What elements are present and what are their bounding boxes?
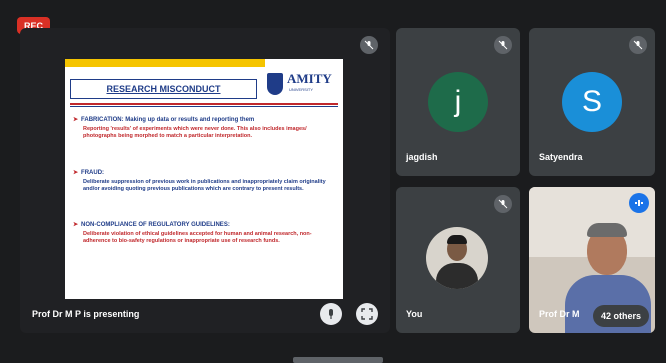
avatar: j [428, 72, 488, 132]
fullscreen-icon[interactable] [356, 303, 378, 325]
bullet-heading: ➤ NON-COMPLIANCE OF REGULATORY GUIDELINES… [73, 222, 230, 228]
participant-tile-you[interactable]: You [396, 187, 520, 333]
participant-name: Prof Dr M [539, 309, 580, 319]
logo-subtext: UNIVERSITY [289, 87, 314, 92]
participant-name: Satyendra [539, 152, 583, 162]
slide-top-band [65, 59, 265, 67]
mic-off-icon [629, 36, 647, 54]
logo-text: AMITY [287, 71, 332, 86]
presenter-label: Prof Dr M P is presenting [32, 309, 140, 319]
avatar [426, 227, 488, 289]
mic-off-icon [360, 36, 378, 54]
mic-off-icon [494, 36, 512, 54]
bullet-body: Reporting 'results' of experiments which… [83, 126, 307, 139]
shared-slide: RESEARCH MISCONDUCT AMITY UNIVERSITY ➤ FA… [65, 59, 343, 299]
participant-name: You [406, 309, 423, 319]
bullet-body: Deliberate violation of ethical guidelin… [83, 231, 312, 244]
participant-tile-satyendra[interactable]: S Satyendra [529, 28, 655, 176]
bullet-body: Deliberate suppression of previous work … [83, 179, 326, 192]
video-hair [587, 223, 627, 237]
divider [70, 106, 338, 107]
participant-name: jagdish [406, 152, 438, 162]
speaking-icon [629, 193, 649, 213]
presentation-tile[interactable]: RESEARCH MISCONDUCT AMITY UNIVERSITY ➤ FA… [20, 28, 390, 333]
shield-icon [267, 73, 283, 95]
others-count-button[interactable]: 42 others [592, 305, 649, 327]
participant-tile-jagdish[interactable]: j jagdish [396, 28, 520, 176]
more-options-icon[interactable] [320, 303, 342, 325]
bottom-bar-handle [293, 357, 383, 363]
divider [70, 103, 338, 105]
mic-off-icon [494, 195, 512, 213]
avatar: S [562, 72, 622, 132]
slide-title: RESEARCH MISCONDUCT [70, 79, 257, 99]
university-logo: AMITY UNIVERSITY [267, 69, 337, 101]
bullet-heading: ➤ FRAUD: [73, 170, 105, 176]
participant-tile-others[interactable]: Prof Dr M 42 others [529, 187, 655, 333]
bullet-heading: ➤ FABRICATION: Making up data or results … [73, 117, 255, 123]
